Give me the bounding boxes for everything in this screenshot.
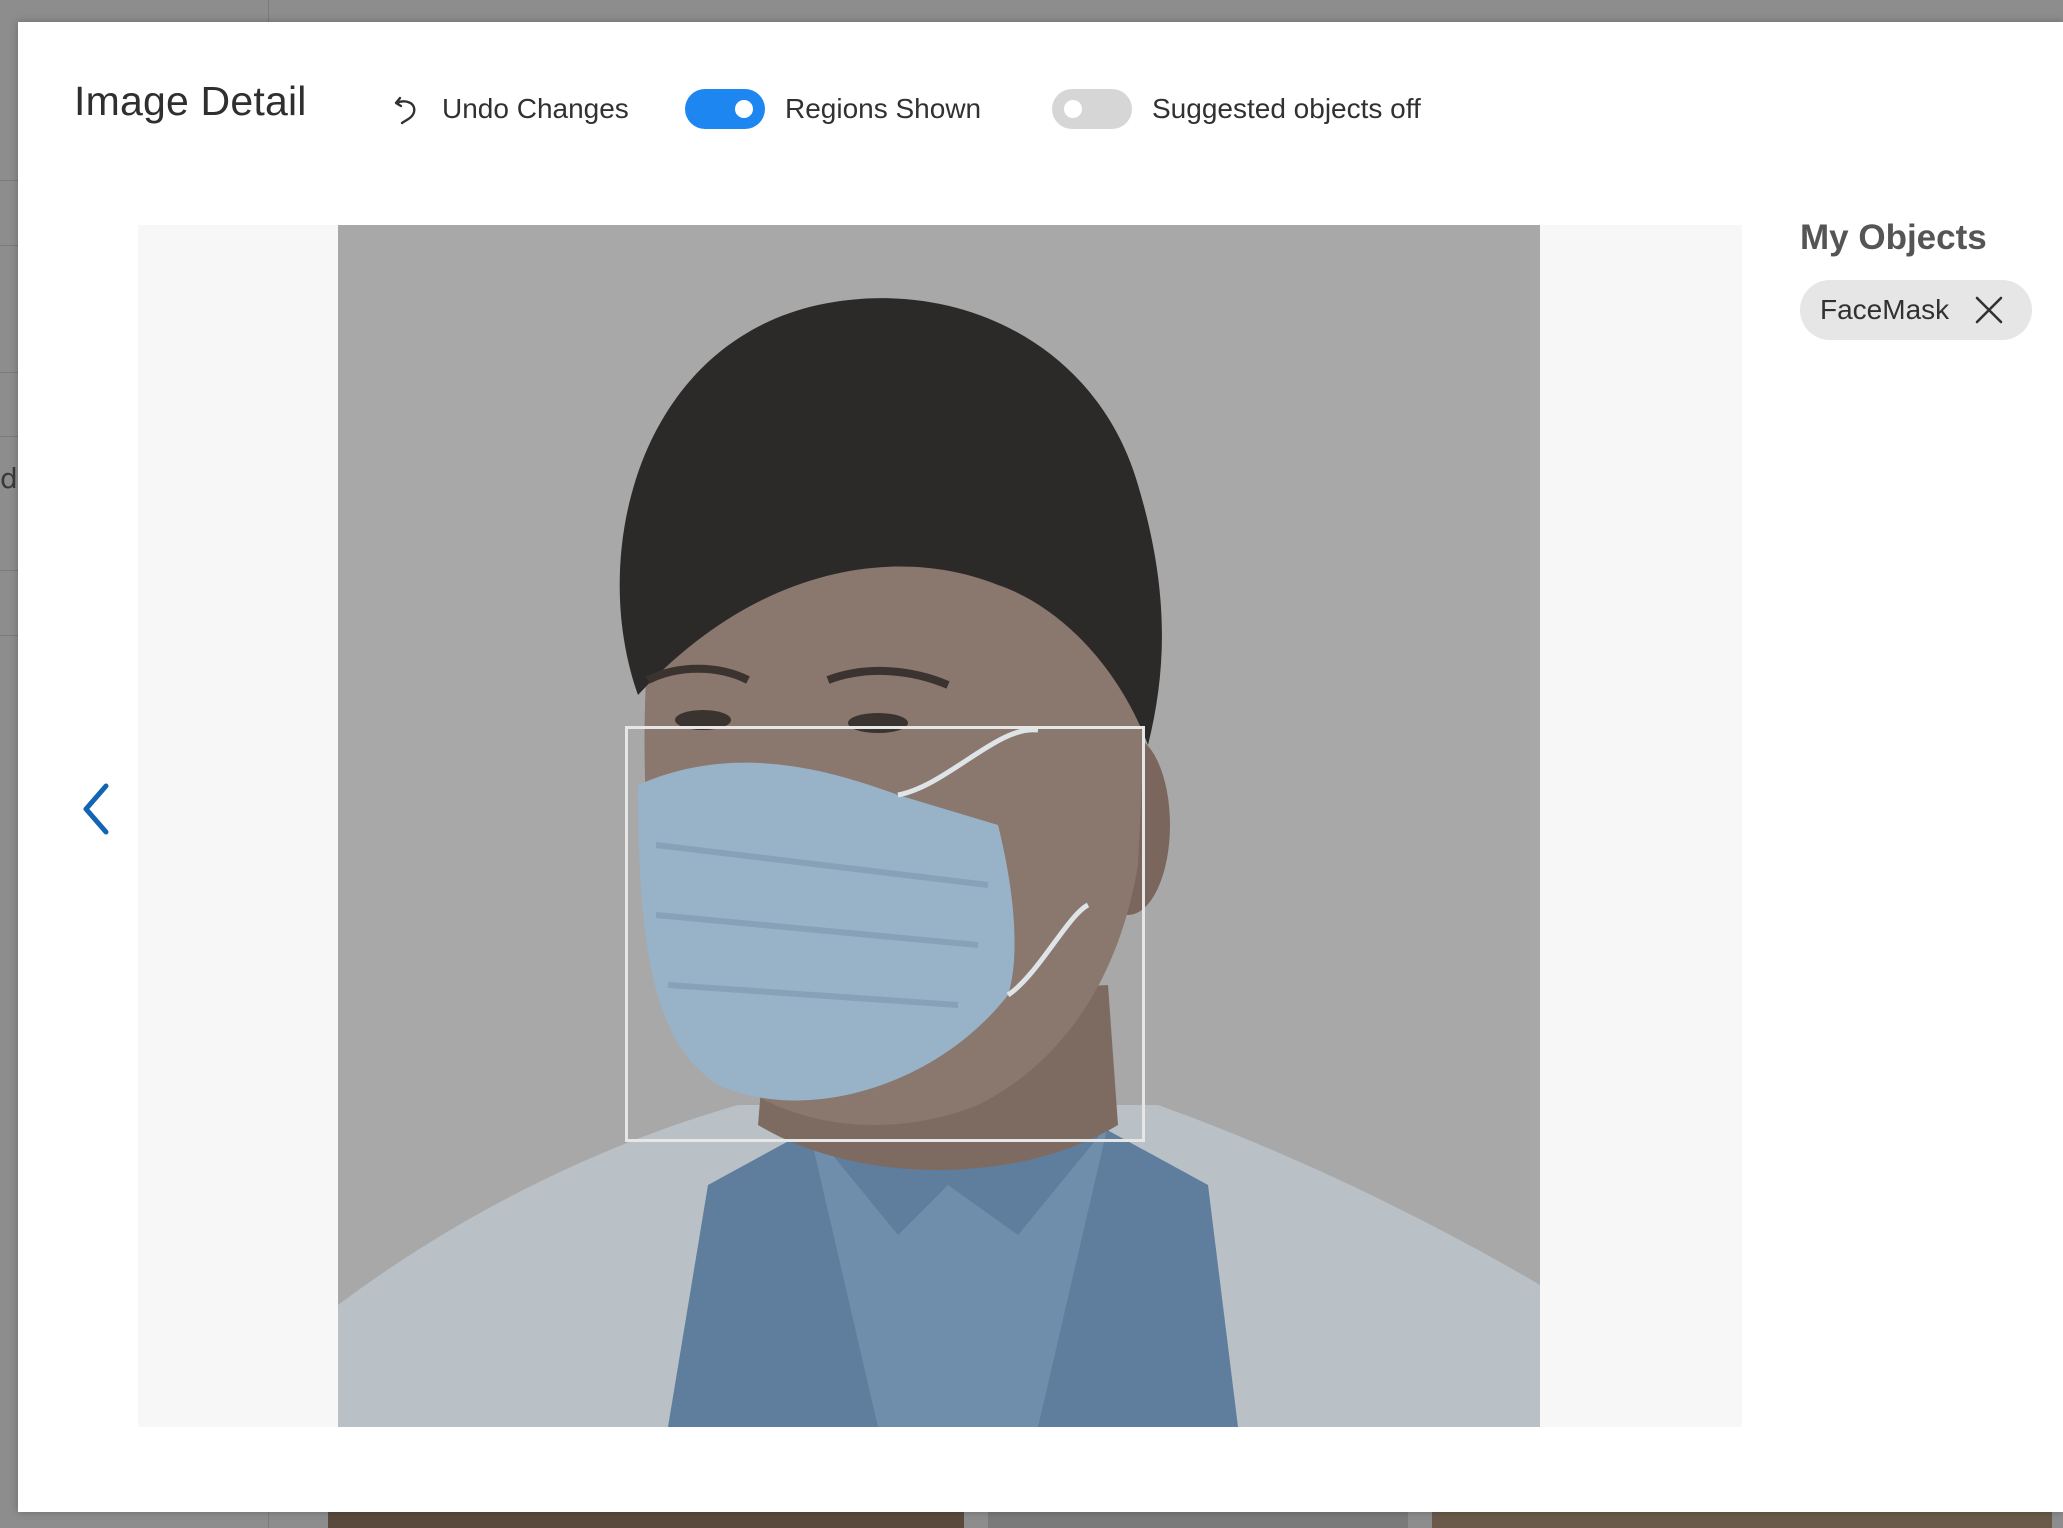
suggested-objects-label: Suggested objects off — [1152, 93, 1421, 124]
backdrop-divider — [0, 436, 18, 437]
backdrop-thumbnail — [328, 1512, 964, 1528]
backdrop-divider — [0, 245, 18, 246]
toggle-knob — [735, 100, 753, 118]
tagged-image — [338, 225, 1540, 1427]
backdrop-text: d — [0, 462, 18, 495]
undo-icon — [392, 92, 422, 126]
toggle-knob — [1064, 100, 1082, 118]
backdrop-divider — [0, 372, 18, 373]
backdrop-thumbnail — [1432, 1512, 2052, 1528]
backdrop-divider — [0, 180, 18, 181]
dialog-title: Image Detail — [74, 78, 307, 124]
undo-changes-button[interactable]: Undo Changes — [392, 84, 629, 134]
regions-toggle-switch[interactable] — [685, 89, 765, 129]
backdrop-thumbnails — [328, 1512, 2063, 1528]
facemask-region-box[interactable] — [625, 726, 1145, 1142]
image-stage — [138, 225, 1742, 1427]
image-detail-dialog: Image Detail Undo Changes Regions Shown … — [18, 22, 2063, 1512]
backdrop-thumbnail — [988, 1512, 1408, 1528]
chevron-left-icon — [83, 783, 109, 835]
backdrop-divider — [0, 635, 18, 636]
suggested-objects-toggle[interactable]: Suggested objects off — [1052, 84, 1421, 134]
suggested-toggle-switch[interactable] — [1052, 89, 1132, 129]
regions-shown-label: Regions Shown — [785, 93, 982, 124]
close-icon[interactable] — [1974, 295, 2004, 325]
backdrop-divider — [0, 570, 18, 571]
object-tag-label: FaceMask — [1820, 294, 1950, 325]
regions-shown-toggle[interactable]: Regions Shown — [685, 84, 981, 134]
undo-changes-label: Undo Changes — [442, 93, 629, 124]
my-objects-heading: My Objects — [1800, 218, 1987, 257]
previous-image-button[interactable] — [70, 774, 120, 844]
object-tag-chip: FaceMask — [1800, 280, 2032, 340]
